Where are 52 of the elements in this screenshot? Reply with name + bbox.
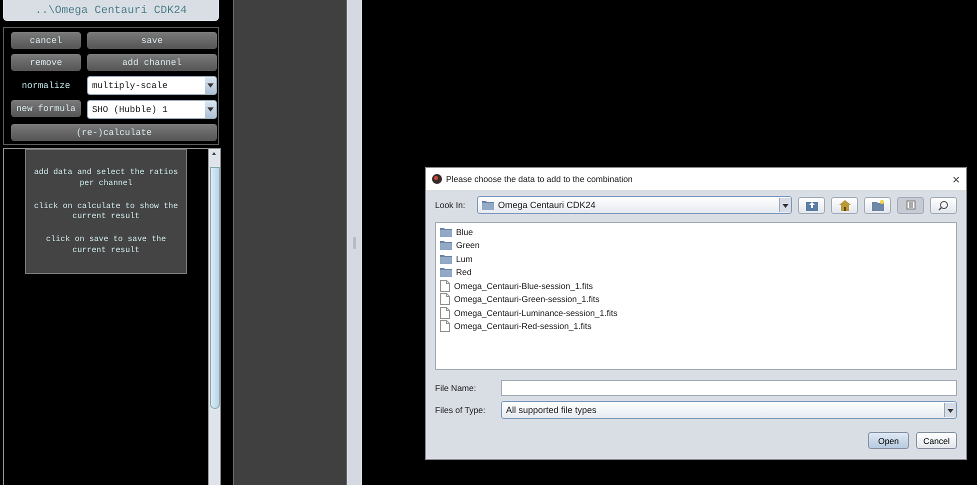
new-folder-icon xyxy=(872,200,884,210)
scroll-thumb[interactable] xyxy=(210,167,220,409)
file-type-dropdown[interactable]: All supported file types xyxy=(501,401,957,419)
scrollbar[interactable] xyxy=(208,149,220,485)
folder-icon xyxy=(440,267,452,278)
select-field[interactable]: SHO (Hubble) 1 xyxy=(87,100,217,119)
file-name-label: File Name: xyxy=(435,383,478,393)
folder-up-icon xyxy=(806,200,818,210)
select-field[interactable]: multiply-scale xyxy=(87,76,217,95)
folder-icon xyxy=(440,240,452,250)
panel-title: ..\Omega Centauri CDK24 xyxy=(3,0,219,21)
file-type-label: Files of Type: xyxy=(435,405,486,415)
document-icon xyxy=(440,280,450,292)
panel-button[interactable]: new formula xyxy=(11,100,81,117)
close-button[interactable]: × xyxy=(952,172,960,186)
panel-button[interactable]: cancel xyxy=(11,32,81,49)
file-list-item[interactable]: Blue xyxy=(440,225,474,238)
panel-button[interactable]: (re-)calculate xyxy=(11,124,217,141)
file-list-item[interactable]: Omega_Centauri-Blue-session_1.fits xyxy=(440,279,593,292)
document-icon xyxy=(440,293,450,306)
info-text: click on save to save the current result xyxy=(44,235,168,257)
info-text: add data and select the ratios per channel xyxy=(32,168,180,190)
toolbar-button[interactable] xyxy=(798,196,825,214)
info-text: click on calculate to show the current result xyxy=(32,202,180,224)
file-list-item[interactable]: Omega_Centauri-Luminance-session_1.fits xyxy=(440,306,618,320)
file-list-item[interactable]: Green xyxy=(440,238,480,252)
details-view-icon xyxy=(938,200,949,210)
file-list-item[interactable]: Lum xyxy=(440,252,473,266)
file-list-item[interactable]: Red xyxy=(440,266,472,279)
file-list-item[interactable]: Omega_Centauri-Red-session_1.fits xyxy=(440,320,592,333)
dialog-button[interactable]: Cancel xyxy=(916,432,957,449)
panel-button[interactable]: remove xyxy=(11,54,81,71)
look-in-dropdown[interactable]: Omega Centauri CDK24 xyxy=(477,196,792,214)
file-name-field[interactable] xyxy=(501,380,957,396)
toolbar-button[interactable] xyxy=(930,196,957,214)
folder-icon xyxy=(440,226,452,237)
panel-button[interactable]: add channel xyxy=(87,54,217,71)
app-icon xyxy=(432,174,442,184)
file-list-item[interactable]: Omega_Centauri-Green-session_1.fits xyxy=(440,292,600,306)
toolbar-button[interactable] xyxy=(897,196,924,214)
folder-icon xyxy=(440,254,452,264)
panel-button[interactable]: save xyxy=(87,32,217,49)
dialog-title: Please choose the data to add to the combination xyxy=(446,174,634,184)
home-icon xyxy=(838,200,850,210)
control-label: normalize xyxy=(20,80,72,92)
document-icon xyxy=(440,320,450,332)
toolbar-button[interactable] xyxy=(864,196,891,214)
folder-icon xyxy=(482,200,494,210)
look-in-label: Look In: xyxy=(435,200,466,210)
document-icon xyxy=(440,306,450,319)
list-view-icon xyxy=(906,200,916,210)
dialog-button[interactable]: Open xyxy=(868,432,909,449)
